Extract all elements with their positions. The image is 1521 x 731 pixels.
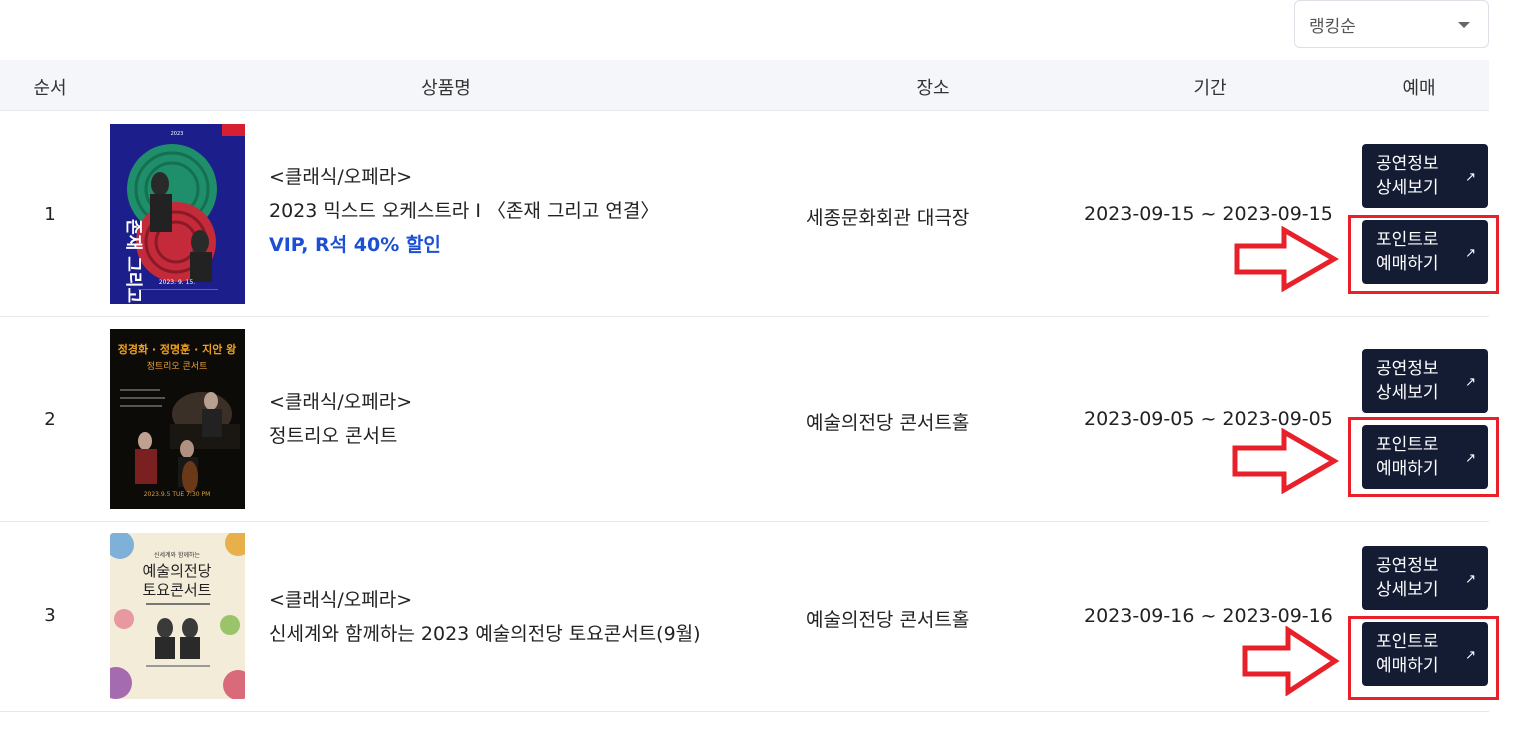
highlight-box [1348, 215, 1499, 294]
external-link-icon: ↗ [1465, 170, 1476, 185]
row-venue: 예술의전당 콘서트홀 [806, 412, 970, 434]
row-order: 3 [44, 605, 56, 626]
product-info: <클래식/오페라> 정트리오 콘서트 [269, 385, 412, 453]
detail-button[interactable]: 공연정보 상세보기 ↗ [1362, 144, 1488, 208]
row-venue: 세종문화회관 대극장 [806, 207, 970, 229]
external-link-icon: ↗ [1465, 572, 1476, 587]
product-category: <클래식/오페라> [269, 166, 413, 188]
header-order: 순서 [33, 78, 67, 99]
poster-image[interactable]: 정경화 · 정명훈 · 지안 왕 정트리오 콘서트 2023.9.5 TUE 7… [110, 329, 245, 509]
row-order: 2 [44, 409, 56, 430]
product-info: <클래식/오페라> 2023 믹스드 오케스트라 I 〈존재 그리고 연결〉 V… [269, 160, 659, 262]
pointer-arrow-icon [1242, 626, 1340, 696]
product-info: <클래식/오페라> 신세계와 함께하는 2023 예술의전당 토요콘서트(9월) [269, 583, 701, 651]
header-venue: 장소 [916, 78, 950, 99]
header-booking: 예매 [1402, 78, 1436, 99]
detail-button[interactable]: 공연정보 상세보기 ↗ [1362, 546, 1488, 610]
poster-title-text: 정트리오 콘서트 [147, 361, 208, 372]
detail-button[interactable]: 공연정보 상세보기 ↗ [1362, 349, 1488, 413]
poster-date-text: 2023. 9. 15. [159, 279, 195, 286]
svg-text:2023: 2023 [171, 131, 184, 137]
pointer-arrow-icon [1232, 428, 1339, 494]
poster-title-text: 예술의전당 [142, 562, 211, 580]
product-category: <클래식/오페라> [269, 391, 413, 413]
poster-title2-text: 토요콘서트 [142, 581, 211, 599]
product-title[interactable]: 정트리오 콘서트 [269, 419, 412, 453]
sort-selected-label: 랭킹순 [1309, 16, 1356, 37]
poster-date-text: 2023.9.5 TUE 7:30 PM [144, 491, 211, 498]
poster-image[interactable]: 2023 존재 그리고 연결 2023. 9. 15. [110, 124, 245, 304]
pointer-arrow-icon [1234, 226, 1339, 292]
header-period: 기간 [1193, 78, 1227, 99]
sort-dropdown[interactable]: 랭킹순 [1294, 0, 1489, 48]
row-order: 1 [44, 204, 56, 225]
poster-artists-text: 정경화 · 정명훈 · 지안 왕 [118, 342, 237, 356]
row-period: 2023-09-15 ~ 2023-09-15 [1084, 203, 1333, 225]
row-venue: 예술의전당 콘서트홀 [806, 609, 970, 631]
product-promo: VIP, R석 40% 할인 [269, 234, 441, 256]
poster-title-text: 존재 그리고 연결 [123, 219, 143, 304]
row-period: 2023-09-16 ~ 2023-09-16 [1084, 605, 1333, 627]
header-product: 상품명 [421, 78, 471, 99]
row-period: 2023-09-05 ~ 2023-09-05 [1084, 408, 1333, 430]
table-header: 순서 상품명 장소 기간 예매 [0, 60, 1489, 111]
poster-subtitle-text: 신세계와 함께하는 [154, 551, 201, 559]
product-title[interactable]: 신세계와 함께하는 2023 예술의전당 토요콘서트(9월) [269, 617, 701, 651]
product-category: <클래식/오페라> [269, 589, 413, 611]
poster-image[interactable]: 신세계와 함께하는 예술의전당 토요콘서트 [110, 533, 245, 699]
product-title[interactable]: 2023 믹스드 오케스트라 I 〈존재 그리고 연결〉 [269, 194, 659, 228]
highlight-box [1348, 417, 1499, 497]
caret-down-icon [1458, 22, 1470, 28]
external-link-icon: ↗ [1465, 375, 1476, 390]
highlight-box [1348, 616, 1499, 700]
